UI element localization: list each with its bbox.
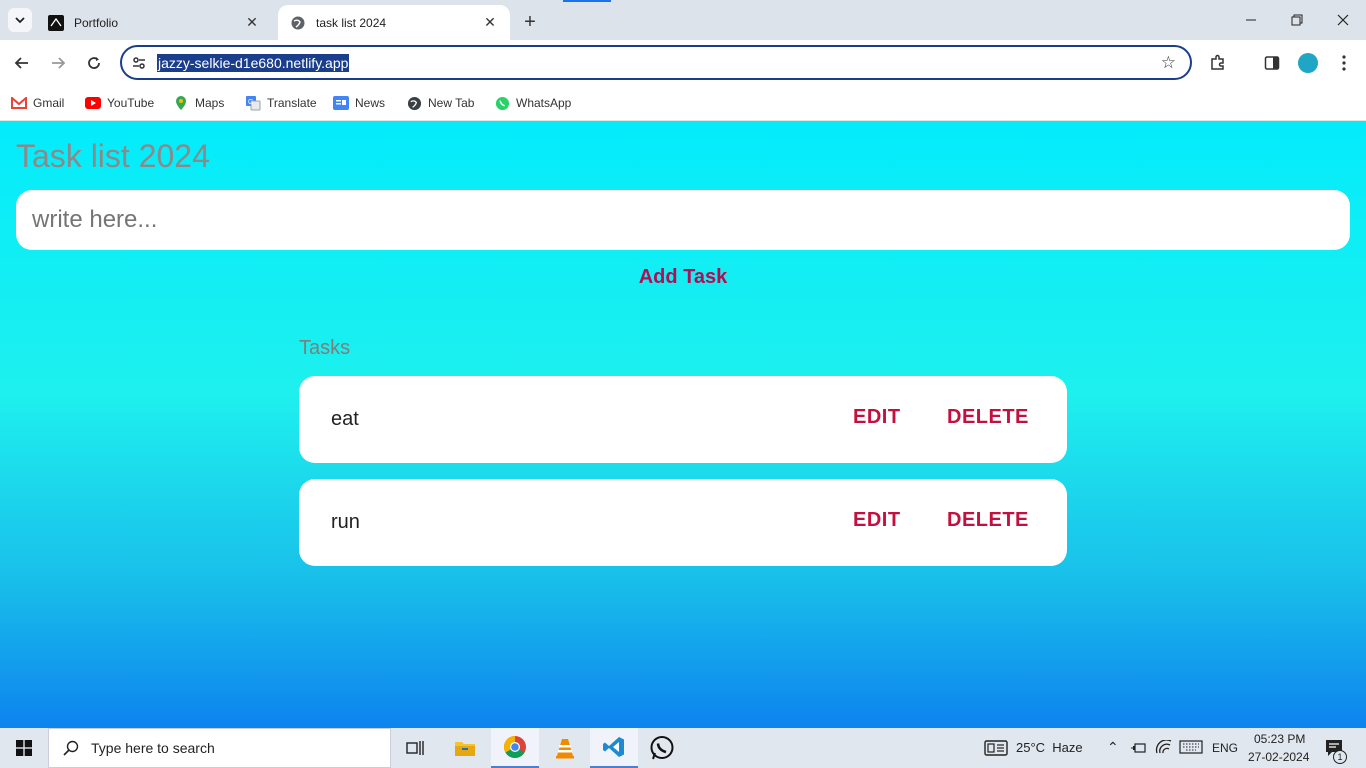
edit-task-button[interactable]: EDIT (853, 509, 901, 532)
address-bar[interactable]: jazzy-selkie-d1e680.netlify.app ☆ (120, 45, 1192, 80)
windows-taskbar: Type here to search 25°C Haze ⌃ ENG 05:2… (0, 728, 1366, 768)
weather-text[interactable]: 25°C Haze (1016, 740, 1083, 755)
delete-task-button[interactable]: DELETE (947, 509, 1029, 532)
folder-icon (455, 742, 475, 756)
bookmark-label: New Tab (428, 96, 475, 110)
bookmark-whatsapp[interactable]: WhatsApp (494, 92, 571, 114)
language-indicator[interactable]: ENG (1212, 741, 1238, 755)
notification-count-badge: 1 (1333, 750, 1347, 764)
gmail-icon (11, 95, 27, 111)
tab-title: Portfolio (74, 15, 119, 30)
start-button[interactable] (0, 728, 48, 768)
bookmark-youtube[interactable]: YouTube (85, 92, 154, 114)
translate-icon: G (245, 95, 261, 111)
bookmark-label: News (355, 96, 386, 110)
tab-portfolio[interactable]: Portfolio ✕ (36, 5, 272, 40)
svg-text:G: G (248, 99, 253, 106)
search-placeholder: Type here to search (91, 740, 215, 756)
close-tab-icon[interactable]: ✕ (482, 14, 498, 31)
delete-task-button[interactable]: DELETE (947, 406, 1029, 429)
bookmarks-bar: Gmail YouTube Maps G Translate News New … (0, 86, 1366, 121)
bookmark-label: Translate (267, 96, 317, 110)
clock-date[interactable]: 27-02-2024 (1248, 750, 1309, 764)
bookmark-label: WhatsApp (516, 96, 572, 110)
task-item: run EDIT DELETE (299, 479, 1067, 566)
battery-icon[interactable] (1131, 741, 1147, 759)
task-view-button[interactable] (391, 728, 439, 768)
chevron-down-icon (15, 17, 25, 24)
task-item: eat EDIT DELETE (299, 376, 1067, 463)
wifi-icon[interactable] (1155, 739, 1173, 759)
extensions-icon[interactable] (1206, 51, 1230, 75)
whatsapp-icon (494, 95, 510, 111)
minimize-button[interactable] (1228, 0, 1274, 40)
vscode-taskbar-button[interactable] (590, 728, 638, 768)
chrome-icon (504, 736, 526, 758)
bookmark-translate[interactable]: G Translate (245, 92, 317, 114)
chevron-up-icon[interactable]: ⌃ (1107, 739, 1119, 756)
tab-title: task list 2024 (316, 15, 387, 30)
url-text[interactable]: jazzy-selkie-d1e680.netlify.app (157, 54, 350, 72)
keyboard-icon[interactable] (1179, 740, 1203, 759)
globe-icon (406, 95, 422, 111)
maps-icon (173, 95, 189, 111)
globe-icon (290, 15, 306, 31)
task-app-page: Task list 2024 Add Task Tasks eat EDIT D… (0, 121, 1366, 728)
forward-button[interactable] (43, 48, 73, 78)
whatsapp-taskbar-button[interactable] (638, 728, 686, 768)
task-input[interactable] (16, 190, 1350, 250)
task-view-icon (406, 741, 424, 755)
bookmark-news[interactable]: News (333, 92, 385, 114)
youtube-icon (85, 95, 101, 111)
reload-button[interactable] (79, 48, 109, 78)
chrome-taskbar-button[interactable] (491, 728, 539, 768)
bookmark-label: Maps (195, 96, 225, 110)
restore-button[interactable] (1274, 0, 1320, 40)
tab-search-button[interactable] (8, 8, 32, 32)
windows-logo-icon (16, 740, 32, 756)
edit-task-button[interactable]: EDIT (853, 406, 901, 429)
vscode-icon (603, 737, 624, 757)
task-list: eat EDIT DELETE run EDIT DELETE (299, 376, 1067, 582)
bookmark-new-tab[interactable]: New Tab (406, 92, 474, 114)
portfolio-favicon-icon (48, 14, 64, 31)
back-button[interactable] (7, 48, 37, 78)
bookmark-maps[interactable]: Maps (173, 92, 224, 114)
loading-indicator (563, 0, 611, 2)
back-arrow-icon (14, 57, 28, 69)
file-explorer-button[interactable] (441, 728, 489, 768)
browser-toolbar: jazzy-selkie-d1e680.netlify.app ☆ (0, 40, 1366, 86)
whatsapp-icon (650, 736, 674, 760)
task-text: run (331, 511, 360, 533)
profile-avatar[interactable] (1298, 53, 1318, 73)
taskbar-search[interactable]: Type here to search (48, 728, 391, 768)
tasks-heading: Tasks (299, 337, 351, 359)
vlc-taskbar-button[interactable] (541, 728, 589, 768)
site-settings-icon[interactable] (131, 55, 147, 71)
bookmark-star-icon[interactable]: ☆ (1161, 53, 1176, 73)
menu-kebab-icon[interactable] (1332, 51, 1356, 75)
bookmark-gmail[interactable]: Gmail (11, 92, 64, 114)
close-tab-icon[interactable]: ✕ (244, 14, 260, 31)
close-window-button[interactable] (1320, 0, 1366, 40)
page-title: Task list 2024 (16, 138, 210, 174)
clock-time[interactable]: 05:23 PM (1254, 732, 1305, 746)
vlc-cone-icon (556, 739, 574, 759)
new-tab-button[interactable]: + (518, 10, 542, 34)
add-task-button[interactable]: Add Task (633, 264, 733, 290)
forward-arrow-icon (52, 57, 66, 69)
bookmark-label: YouTube (107, 96, 155, 110)
weather-icon[interactable] (984, 740, 1008, 761)
reload-icon (88, 57, 100, 69)
task-text: eat (331, 408, 359, 430)
news-icon (333, 95, 349, 111)
bookmark-label: Gmail (33, 96, 65, 110)
side-panel-icon[interactable] (1260, 51, 1284, 75)
tab-bar: Portfolio ✕ task list 2024 ✕ + (0, 0, 1366, 40)
search-icon (63, 740, 79, 756)
tab-task-list[interactable]: task list 2024 ✕ (278, 5, 510, 40)
